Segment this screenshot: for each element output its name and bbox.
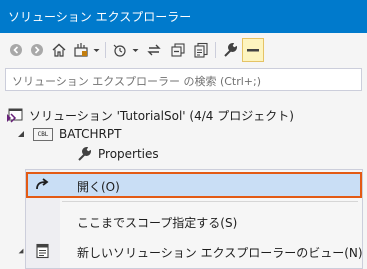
pending-changes-icon [113, 44, 126, 57]
toolbar-separator [215, 42, 216, 58]
forward-icon [31, 44, 43, 56]
preview-icon [247, 49, 259, 52]
title-bar: ソリューション エクスプローラー [0, 0, 367, 33]
window-title: ソリューション エクスプローラー [8, 10, 192, 24]
menu-item-label: 新しいソリューション エクスプローラーのビュー(N) [77, 246, 363, 260]
pending-changes-button[interactable] [110, 38, 130, 62]
show-all-files-icon [194, 42, 208, 58]
collapse-all-button[interactable] [168, 38, 188, 62]
wrench-icon [78, 146, 92, 161]
properties-button[interactable] [220, 38, 240, 62]
search-placeholder: ソリューション エクスプローラー の検索 (Ctrl+;) [12, 75, 262, 88]
show-all-files-button[interactable] [191, 38, 211, 62]
menu-item-scope-to-this[interactable]: ここまでスコープ指定する(S) [26, 208, 362, 234]
tree-item-properties[interactable]: Properties [76, 144, 159, 164]
back-button[interactable] [7, 38, 25, 62]
home-icon [52, 43, 66, 57]
expanded-arrow-icon[interactable] [17, 247, 25, 255]
context-menu: 開く(O) ここまでスコープ指定する(S) 新しいソリューション エクスプローラ… [25, 169, 363, 269]
new-view-icon [36, 243, 49, 259]
collapse-all-icon [171, 43, 185, 57]
chevron-down-icon[interactable] [93, 47, 100, 54]
tree-item-solution[interactable]: ソリューション 'TutorialSol' (4/4 プロジェクト) [6, 105, 294, 125]
menu-separator [62, 201, 358, 202]
solution-label: ソリューション 'TutorialSol' (4/4 プロジェクト) [29, 108, 294, 123]
back-icon [10, 44, 22, 56]
menu-item-label: 開く(O) [77, 180, 120, 194]
project-label: BATCHRPT [59, 127, 122, 141]
switch-views-icon [74, 43, 88, 57]
sync-button[interactable] [144, 38, 164, 62]
tree-item-project[interactable]: CBL BATCHRPT [16, 124, 121, 144]
wrench-icon [224, 42, 238, 57]
home-button[interactable] [49, 38, 69, 62]
toolbar [0, 36, 367, 64]
cobol-project-icon: CBL [33, 127, 53, 141]
properties-label: Properties [98, 147, 159, 161]
expanded-arrow-icon[interactable] [16, 129, 26, 139]
switch-views-button[interactable] [71, 38, 91, 62]
sync-icon [147, 44, 161, 56]
toolbar-separator [105, 42, 106, 58]
search-input[interactable]: ソリューション エクスプローラー の検索 (Ctrl+;) [5, 68, 362, 91]
menu-item-label: ここまでスコープ指定する(S) [77, 216, 238, 230]
menu-item-new-view[interactable]: 新しいソリューション エクスプローラーのビュー(N) [26, 238, 363, 264]
menu-item-open[interactable]: 開く(O) [26, 172, 362, 198]
chevron-down-icon[interactable] [132, 47, 139, 54]
preview-button[interactable] [242, 38, 264, 62]
solution-icon [7, 108, 23, 123]
open-arrow-icon [36, 178, 49, 190]
forward-button[interactable] [28, 38, 46, 62]
